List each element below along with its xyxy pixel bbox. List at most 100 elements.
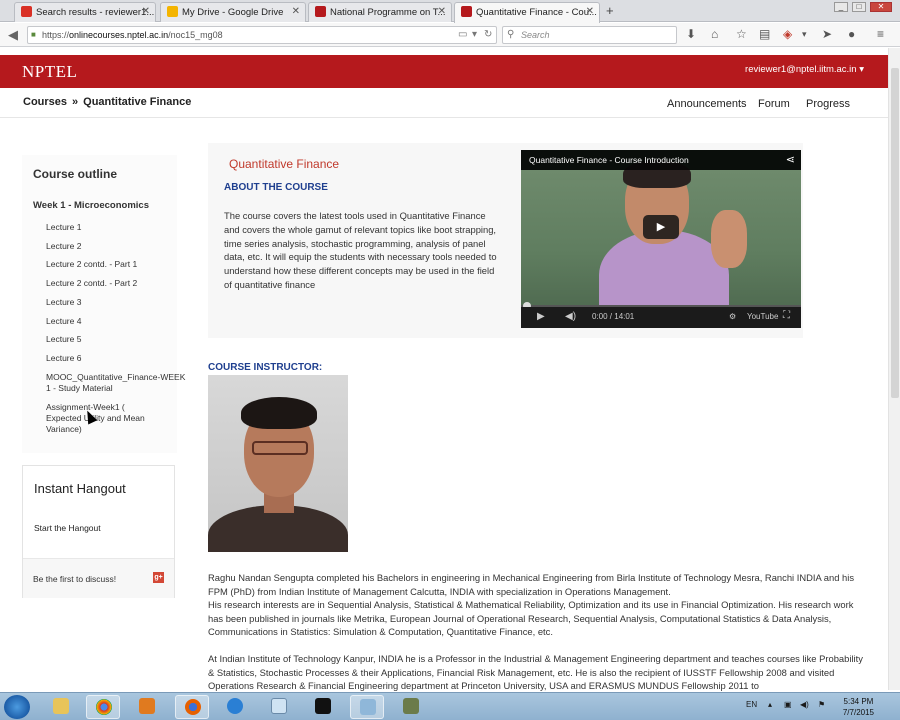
week-heading[interactable]: Week 1 - Microeconomics xyxy=(33,200,149,211)
nav-announcements[interactable]: Announcements xyxy=(667,98,747,110)
windows-taskbar: EN ▴ ▣ ◀) ⚑ 5:34 PM 7/7/2015 xyxy=(0,692,900,720)
video-title[interactable]: Quantitative Finance - Course Introducti… xyxy=(521,150,801,170)
sidebar-item-lecture-2-part-2[interactable]: Lecture 2 contd. - Part 2 xyxy=(46,278,186,289)
breadcrumb-courses[interactable]: Courses xyxy=(23,96,67,108)
reload-icon[interactable]: ↻ xyxy=(484,29,492,40)
about-text: The course covers the latest tools used … xyxy=(224,210,497,290)
browser-tab-gmail[interactable]: Search results - reviewer1... ✕ xyxy=(14,2,156,22)
about-heading: ABOUT THE COURSE xyxy=(224,182,328,193)
instructor-bio-education: Raghu Nandan Sengupta completed his Bach… xyxy=(208,572,855,597)
close-tab-icon[interactable]: ✕ xyxy=(142,6,150,17)
taskbar-media[interactable] xyxy=(130,695,164,719)
taskbar-ie[interactable] xyxy=(218,695,252,719)
start-hangout-link[interactable]: Start the Hangout xyxy=(34,523,101,533)
browser-tab-bar: Search results - reviewer1... ✕ My Drive… xyxy=(0,0,900,23)
start-button[interactable] xyxy=(4,695,30,719)
sidebar-item-lecture-5[interactable]: Lecture 5 xyxy=(46,334,186,345)
terminal-icon xyxy=(315,698,331,714)
discuss-link[interactable]: Be the first to discuss! xyxy=(33,574,116,584)
taskbar-notepad[interactable] xyxy=(262,695,296,719)
home-icon[interactable]: ⌂ xyxy=(711,27,718,41)
new-tab-button[interactable]: + xyxy=(606,3,614,18)
close-tab-icon[interactable]: ✕ xyxy=(292,6,300,17)
dropdown-icon[interactable]: ▾ xyxy=(472,29,477,40)
volume-icon[interactable]: ◀) xyxy=(565,311,576,322)
bookmark-star-icon[interactable]: ☆ xyxy=(736,27,747,41)
taskbar-tools[interactable] xyxy=(394,695,428,719)
addon-dropdown-icon[interactable]: ▾ xyxy=(802,29,807,40)
instructor-heading: COURSE INSTRUCTOR: xyxy=(208,362,323,373)
sidebar-item-lecture-6[interactable]: Lecture 6 xyxy=(46,353,186,364)
language-indicator[interactable]: EN xyxy=(746,700,757,709)
gmail-icon xyxy=(21,6,32,17)
video-person-hand xyxy=(711,210,747,268)
window-icon xyxy=(360,699,376,715)
header-divider xyxy=(0,117,888,118)
taskbar-chrome[interactable] xyxy=(86,695,120,719)
share-icon[interactable]: ⋖ xyxy=(786,153,795,166)
tray-flag-icon[interactable]: ⚑ xyxy=(818,700,825,709)
folder-icon xyxy=(53,698,69,714)
browser-tab-quantitative-finance[interactable]: Quantitative Finance - Cou... ✕ xyxy=(454,2,600,23)
sidebar-item-lecture-1[interactable]: Lecture 1 xyxy=(46,222,186,233)
scrollbar-thumb[interactable] xyxy=(891,68,899,398)
taskbar-app[interactable] xyxy=(350,695,384,719)
taskbar-terminal[interactable] xyxy=(306,695,340,719)
tray-volume-icon[interactable]: ◀) xyxy=(800,700,809,709)
fullscreen-icon[interactable]: ⛶ xyxy=(783,310,790,321)
video-time: 0:00 / 14:01 xyxy=(592,312,635,321)
chrome-icon xyxy=(96,699,112,715)
sidebar-item-lecture-3[interactable]: Lecture 3 xyxy=(46,297,186,308)
notepad-icon xyxy=(271,698,287,714)
bookmarks-icon[interactable]: ▤ xyxy=(759,27,770,41)
close-tab-icon[interactable]: ✕ xyxy=(586,6,594,17)
site-header: NPTEL reviewer1@nptel.iitm.ac.in ▾ xyxy=(0,55,888,88)
google-plus-icon[interactable]: g+ xyxy=(153,572,164,583)
media-player-icon xyxy=(139,698,155,714)
chat-icon[interactable]: ● xyxy=(848,27,855,41)
close-tab-icon[interactable]: ✕ xyxy=(438,6,446,17)
instructor-bio-research: His research interests are in Sequential… xyxy=(208,599,854,637)
course-title: Quantitative Finance xyxy=(229,157,340,171)
hangout-title: Instant Hangout xyxy=(34,481,126,496)
user-menu[interactable]: reviewer1@nptel.iitm.ac.in ▾ xyxy=(745,64,864,75)
nptel-logo[interactable]: NPTEL xyxy=(22,62,77,82)
taskbar-explorer[interactable] xyxy=(44,695,78,719)
nav-progress[interactable]: Progress xyxy=(806,98,850,110)
send-icon[interactable]: ➤ xyxy=(822,27,832,41)
page-scrollbar[interactable] xyxy=(888,48,900,690)
minimize-icon[interactable]: _ xyxy=(834,2,848,12)
menu-icon[interactable]: ≡ xyxy=(877,27,884,41)
sidebar-item-lecture-4[interactable]: Lecture 4 xyxy=(46,316,186,327)
play-icon[interactable]: ▶ xyxy=(537,311,545,322)
close-window-icon[interactable]: ✕ xyxy=(870,2,892,12)
sidebar-item-assignment-week1[interactable]: Assignment-Week1 ( Expected Utility and … xyxy=(46,402,156,435)
browser-nav-bar: ◀ ■ https://onlinecourses.nptel.ac.in/no… xyxy=(0,23,900,47)
tray-network-icon[interactable]: ▣ xyxy=(784,700,792,709)
sidebar-item-lecture-2-part-1[interactable]: Lecture 2 contd. - Part 1 xyxy=(46,259,186,270)
ie-icon xyxy=(227,698,243,714)
browser-tab-nptel[interactable]: National Programme on T... ✕ xyxy=(308,2,452,22)
settings-icon[interactable]: ⚙ xyxy=(729,312,736,321)
video-player[interactable]: Quantitative Finance - Course Introducti… xyxy=(521,150,801,328)
taskbar-firefox[interactable] xyxy=(175,695,209,719)
browser-tab-drive[interactable]: My Drive - Google Drive ✕ xyxy=(160,2,306,22)
reader-icon[interactable]: ▭ xyxy=(458,29,467,40)
sidebar-item-lecture-2[interactable]: Lecture 2 xyxy=(46,241,186,252)
tools-icon xyxy=(403,698,419,714)
youtube-logo[interactable]: YouTube xyxy=(747,312,778,321)
addon-icon[interactable]: ◈ xyxy=(783,27,792,41)
maximize-icon[interactable]: □ xyxy=(852,2,866,12)
download-icon[interactable]: ⬇ xyxy=(686,27,696,41)
address-bar[interactable]: ■ https://onlinecourses.nptel.ac.in/noc1… xyxy=(27,26,497,44)
play-button[interactable]: ▶ xyxy=(643,215,679,239)
search-input[interactable]: ⚲ Search xyxy=(502,26,677,44)
tray-arrow-icon[interactable]: ▴ xyxy=(768,700,772,709)
nav-forum[interactable]: Forum xyxy=(758,98,790,110)
sidebar-item-study-material[interactable]: MOOC_Quantitative_Finance-WEEK 1 - Study… xyxy=(46,372,186,394)
nptel-favicon-icon xyxy=(315,6,326,17)
search-icon: ⚲ xyxy=(507,29,515,40)
taskbar-clock[interactable]: 5:34 PM 7/7/2015 xyxy=(843,696,874,718)
breadcrumb: Courses » Quantitative Finance xyxy=(23,96,191,108)
back-icon[interactable]: ◀ xyxy=(8,27,18,43)
